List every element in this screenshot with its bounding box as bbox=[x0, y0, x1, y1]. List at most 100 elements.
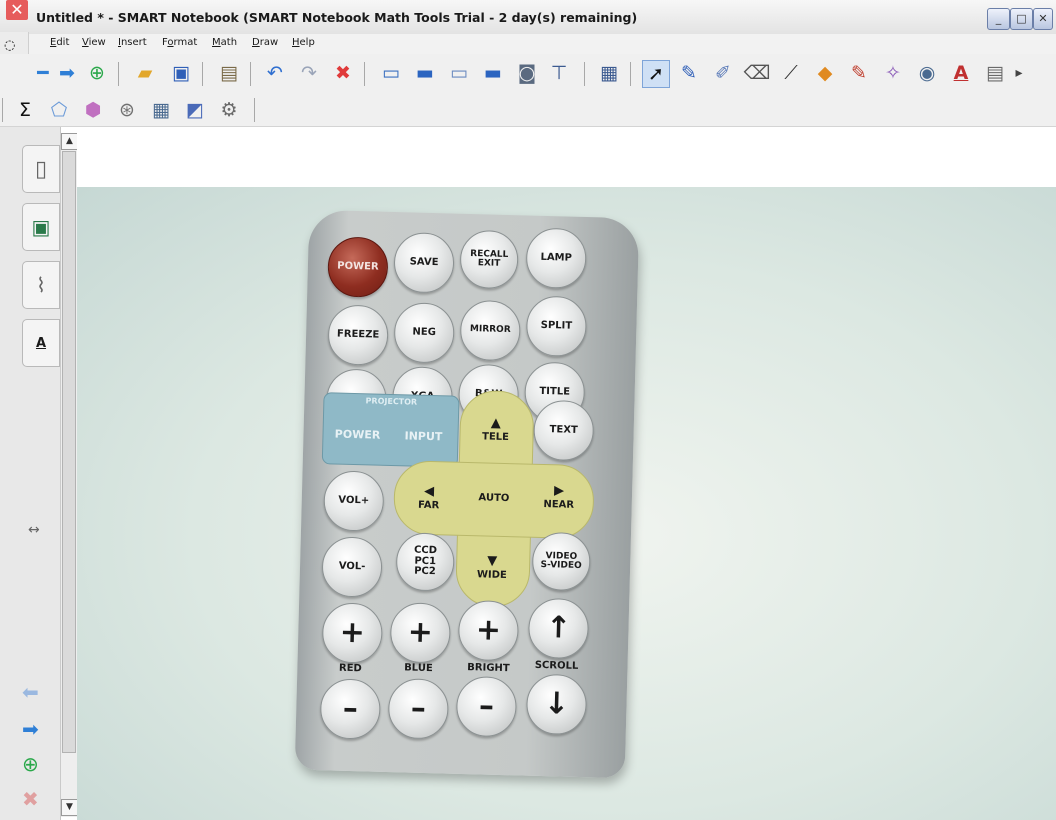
menu-draw[interactable]: Draw bbox=[252, 37, 278, 48]
properties-icon[interactable]: ▤ bbox=[982, 60, 1008, 86]
dotted-circle-icon: ◌ bbox=[4, 38, 16, 53]
delete-x-icon[interactable]: ✖ bbox=[330, 60, 356, 86]
toolbar-separator bbox=[630, 62, 631, 86]
menu-insert[interactable]: Insert bbox=[118, 37, 147, 48]
notebook-page[interactable]: POWER SAVE RECALL EXIT LAMP FREEZE NEG M… bbox=[77, 133, 1056, 820]
scroll-thumb[interactable] bbox=[62, 151, 76, 753]
up-triangle-icon: ▲ bbox=[490, 415, 502, 432]
menu-help[interactable]: Help bbox=[292, 37, 315, 48]
resize-handle-icon[interactable]: ↔ bbox=[28, 522, 40, 538]
screen-capture-icon[interactable]: ◙ bbox=[514, 60, 540, 86]
down-triangle-icon: ▼ bbox=[487, 553, 498, 570]
ccd-pc-button: CCD PC1 PC2 bbox=[395, 532, 455, 592]
blue-minus-button: – bbox=[387, 678, 450, 740]
projector-label: PROJECTOR bbox=[365, 396, 418, 407]
shape-builder-icon[interactable]: ⬠ bbox=[46, 97, 72, 123]
dual-page-icon[interactable]: ▬ bbox=[480, 60, 506, 86]
eraser-icon[interactable]: ⌫ bbox=[744, 60, 771, 86]
properties-icon: A bbox=[35, 335, 47, 351]
gallery-tab[interactable]: ▣ bbox=[22, 203, 60, 251]
vol-plus-button: VOL+ bbox=[323, 470, 385, 532]
menu-view[interactable]: View bbox=[82, 37, 106, 48]
blue-label: BLUE bbox=[403, 662, 433, 675]
transparent-background-icon[interactable]: ▭ bbox=[446, 60, 472, 86]
redo-icon[interactable]: ↷ bbox=[296, 60, 322, 86]
split-button: SPLIT bbox=[525, 295, 588, 358]
document-camera-icon[interactable]: ⊤ bbox=[546, 60, 572, 86]
pen-icon[interactable]: ✎ bbox=[676, 60, 702, 86]
red-label: RED bbox=[338, 662, 362, 675]
text-button: TEXT bbox=[532, 399, 595, 462]
table-icon[interactable]: ▦ bbox=[596, 60, 622, 86]
menu-format[interactable]: Format bbox=[162, 37, 197, 48]
toolbar-separator bbox=[584, 62, 585, 86]
toolbar-separator bbox=[202, 62, 203, 86]
add-page-icon[interactable]: ⊕ bbox=[22, 752, 39, 776]
equation-sigma-icon[interactable]: Σ bbox=[12, 97, 38, 123]
scroll-up-remote-button: ↑ bbox=[527, 597, 590, 660]
fill-icon[interactable]: ◉ bbox=[914, 60, 940, 86]
attachments-tab[interactable]: ⌇ bbox=[22, 261, 60, 309]
scroll-up-button[interactable]: ▲ bbox=[61, 133, 78, 150]
graph-icon[interactable]: ◩ bbox=[182, 97, 208, 123]
line-tool-icon[interactable]: ⟋ bbox=[778, 60, 804, 86]
app-close-x-icon[interactable]: ✕ bbox=[6, 0, 28, 20]
toolbar-separator bbox=[250, 62, 251, 86]
remote-control: POWER SAVE RECALL EXIT LAMP FREEZE NEG M… bbox=[294, 209, 640, 779]
page-sorter-tab[interactable]: ▯ bbox=[22, 145, 60, 193]
scroll-down-remote-button: ↓ bbox=[525, 673, 588, 736]
vol-minus-button: VOL- bbox=[321, 536, 383, 598]
lamp-button: LAMP bbox=[525, 227, 587, 290]
shapes-icon[interactable]: ◆ bbox=[812, 60, 838, 86]
scroll-down-button[interactable]: ▼ bbox=[61, 799, 78, 816]
bright-minus-button: – bbox=[455, 675, 518, 738]
close-icon: ✕ bbox=[1038, 12, 1048, 25]
vertical-scrollbar[interactable]: ▲ ▼ bbox=[60, 133, 78, 817]
table-sum-icon[interactable]: ▦ bbox=[148, 97, 174, 123]
next-page-arrow-icon[interactable]: ➡ bbox=[54, 60, 80, 86]
undo-icon[interactable]: ↶ bbox=[262, 60, 288, 86]
remote-control-photo[interactable]: POWER SAVE RECALL EXIT LAMP FREEZE NEG M… bbox=[77, 187, 1056, 820]
math-toolbar: Σ ⬠ ⬢ ⊛ ▦ ◩ ⚙ bbox=[0, 94, 1056, 127]
toolbar-separator bbox=[364, 62, 365, 86]
select-pointer-icon[interactable]: ➚ bbox=[642, 60, 670, 88]
toolbar-more-icon[interactable]: ▸ bbox=[1012, 60, 1026, 86]
properties-tab[interactable]: A bbox=[22, 319, 60, 367]
add-page-icon[interactable]: ⊕ bbox=[84, 60, 110, 86]
delete-page-icon[interactable]: ✖ bbox=[22, 787, 39, 811]
math-settings-icon[interactable]: ⚙ bbox=[216, 97, 242, 123]
projector-group: PROJECTOR POWER INPUT bbox=[321, 392, 460, 468]
close-button[interactable]: ✕ bbox=[1033, 8, 1053, 30]
minimize-button[interactable]: _ bbox=[987, 8, 1010, 30]
toolbar-separator bbox=[2, 98, 3, 122]
3d-shapes-icon[interactable]: ⬢ bbox=[80, 97, 106, 123]
creative-pen-icon[interactable]: ✐ bbox=[710, 60, 736, 86]
maximize-icon: □ bbox=[1016, 12, 1027, 25]
tele-label: TELE bbox=[481, 431, 510, 443]
image-gallery-icon: ▣ bbox=[31, 215, 51, 239]
neg-button: NEG bbox=[393, 302, 455, 364]
previous-page-arrow-icon[interactable]: ⬅ bbox=[22, 680, 39, 704]
save-disk-icon[interactable]: ▣ bbox=[168, 60, 194, 86]
geometry-tools-icon[interactable]: ⊛ bbox=[114, 97, 140, 123]
menu-edit[interactable]: Edit bbox=[50, 37, 69, 48]
previous-page-icon[interactable]: ━ bbox=[30, 60, 56, 86]
open-folder-icon[interactable]: ▰ bbox=[132, 60, 158, 86]
magic-pen-icon[interactable]: ✧ bbox=[880, 60, 906, 86]
shape-recognition-pen-icon[interactable]: ✎ bbox=[846, 60, 872, 86]
left-triangle-icon: ◀ bbox=[423, 484, 435, 500]
page-icon: ▯ bbox=[34, 156, 48, 182]
maximize-button[interactable]: □ bbox=[1010, 8, 1033, 30]
near-label: NEAR bbox=[543, 498, 575, 511]
red-plus-button: + bbox=[321, 602, 384, 664]
save-button: SAVE bbox=[393, 232, 455, 294]
text-tool-icon[interactable]: A bbox=[948, 60, 974, 86]
wide-label: WIDE bbox=[476, 568, 507, 581]
full-screen-icon[interactable]: ▬ bbox=[412, 60, 438, 86]
far-label: FAR bbox=[417, 499, 440, 511]
screen-shade-icon[interactable]: ▭ bbox=[378, 60, 404, 86]
toolbar-separator bbox=[118, 62, 119, 86]
paste-icon[interactable]: ▤ bbox=[216, 60, 242, 86]
next-page-arrow-icon[interactable]: ➡ bbox=[22, 717, 39, 741]
menu-math[interactable]: Math bbox=[212, 37, 237, 48]
